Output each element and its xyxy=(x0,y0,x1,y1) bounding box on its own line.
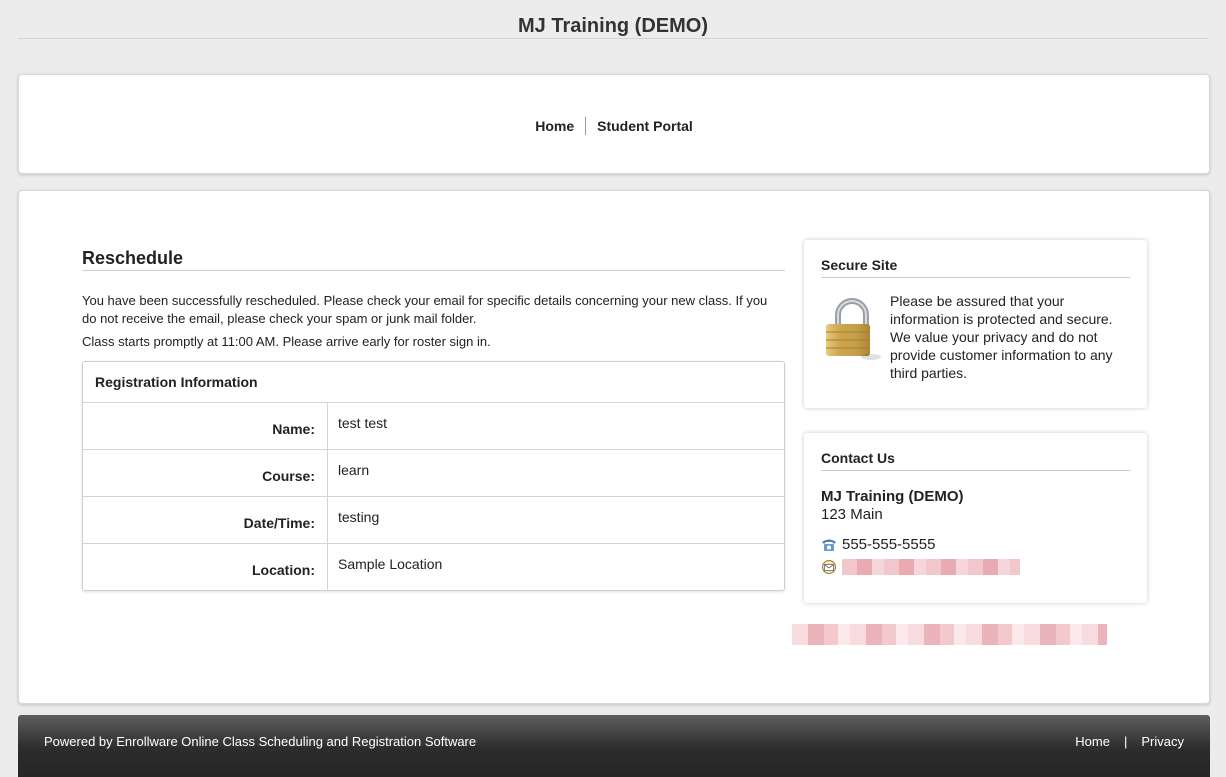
location-value: Sample Location xyxy=(338,556,443,572)
table-row: Date/Time: testing xyxy=(83,497,784,544)
footer: Powered by Enrollware Online Class Sched… xyxy=(18,715,1210,777)
powered-by: Powered by Enrollware Online Class Sched… xyxy=(44,734,476,749)
footer-links: Home | Privacy xyxy=(1075,734,1184,749)
secure-site-box: Secure Site Please be assured that your … xyxy=(804,240,1147,408)
main-nav: Home Student Portal xyxy=(19,117,1209,135)
name-value: test test xyxy=(338,415,388,431)
registration-info-header: Registration Information xyxy=(83,362,784,403)
nav-panel: Home Student Portal xyxy=(18,74,1210,174)
class-start-message: Class starts promptly at 11:00 AM. Pleas… xyxy=(82,334,491,349)
location-label: Location: xyxy=(83,544,328,590)
contact-org-name: MJ Training (DEMO) xyxy=(821,488,964,505)
course-value: learn xyxy=(338,462,370,478)
nav-student-portal-link[interactable]: Student Portal xyxy=(586,117,704,135)
datetime-label: Date/Time: xyxy=(83,497,328,543)
course-label: Course: xyxy=(83,450,328,496)
success-message: You have been successfully rescheduled. … xyxy=(82,293,768,326)
padlock-icon xyxy=(826,298,881,360)
contact-us-box: Contact Us MJ Training (DEMO) 123 Main 5… xyxy=(804,433,1147,603)
footer-privacy-link[interactable]: Privacy xyxy=(1141,734,1184,749)
table-row: Course: learn xyxy=(83,450,784,497)
site-title: MJ Training (DEMO) xyxy=(18,0,1208,39)
contact-us-title: Contact Us xyxy=(821,450,1130,471)
secure-site-title: Secure Site xyxy=(821,257,1130,278)
powered-by-link[interactable]: Enrollware Online Class Scheduling and R… xyxy=(116,734,476,749)
powered-by-prefix: Powered by xyxy=(44,734,117,749)
contact-address: 123 Main xyxy=(821,506,883,523)
registration-info-table: Registration Information Name: test test… xyxy=(82,361,785,591)
table-row: Name: test test xyxy=(83,403,784,450)
contact-phone[interactable]: 555-555-5555 xyxy=(842,536,935,553)
content-area: Reschedule You have been successfully re… xyxy=(82,248,785,591)
nav-home-link[interactable]: Home xyxy=(524,117,585,135)
footer-home-link[interactable]: Home xyxy=(1075,734,1110,749)
main-panel: Reschedule You have been successfully re… xyxy=(18,190,1210,704)
name-label: Name: xyxy=(83,403,328,449)
table-row: Location: Sample Location xyxy=(83,544,784,590)
phone-icon xyxy=(822,539,836,551)
redacted-block xyxy=(792,624,1107,645)
footer-separator: | xyxy=(1123,734,1128,749)
datetime-value: testing xyxy=(338,509,380,525)
email-icon xyxy=(822,560,836,574)
secure-site-text: Please be assured that your information … xyxy=(890,293,1113,381)
page-heading: Reschedule xyxy=(82,248,785,271)
contact-email-redacted[interactable] xyxy=(842,559,1020,575)
